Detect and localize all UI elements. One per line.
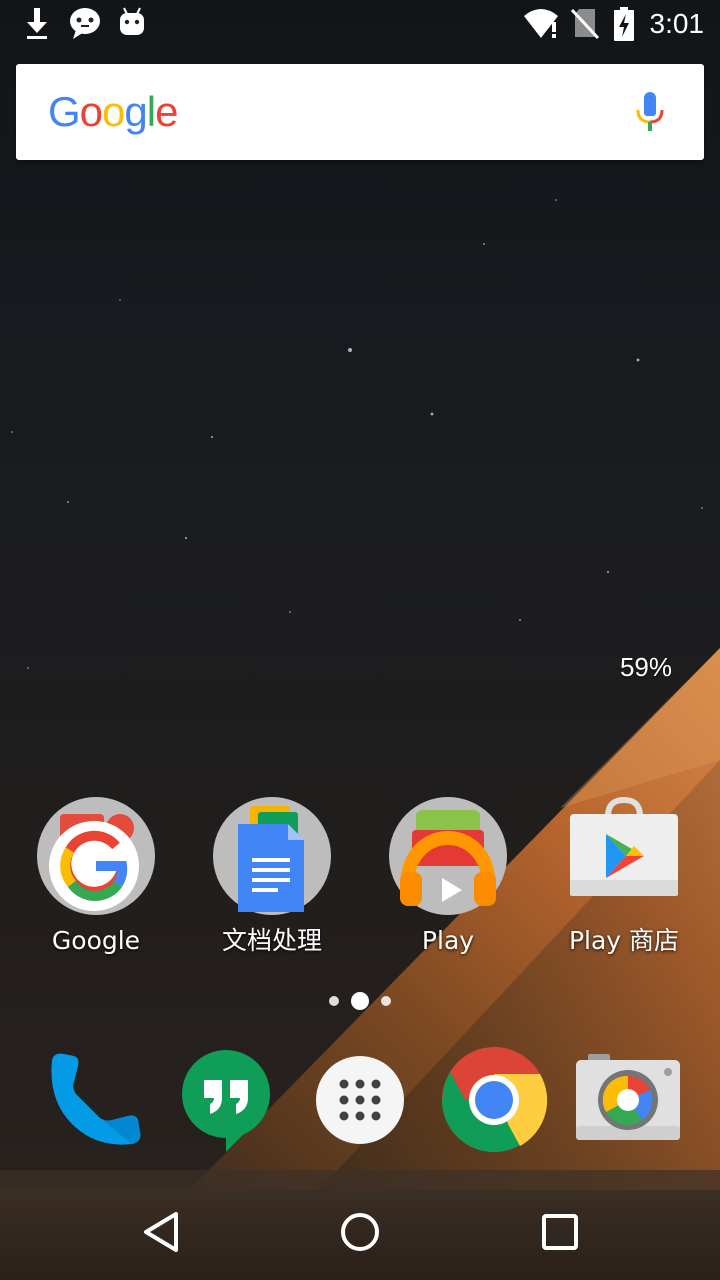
google-logo-letter: e <box>155 88 178 135</box>
app-drawer-icon[interactable] <box>302 1042 418 1158</box>
google-search-bar[interactable]: Google <box>16 64 704 160</box>
app-play-store[interactable]: Play 商店 <box>536 794 712 964</box>
recents-icon[interactable] <box>530 1208 590 1256</box>
page-indicator <box>0 992 720 1016</box>
google-logo-letter: g <box>124 88 147 135</box>
app-label: Google <box>51 926 141 955</box>
google-logo-letter: G <box>48 88 81 135</box>
navigation-bar <box>0 1184 720 1280</box>
google-logo: Google <box>48 86 178 138</box>
phone-icon[interactable] <box>36 1042 152 1158</box>
google-folder-icon <box>37 797 155 915</box>
page-dot <box>329 996 339 1006</box>
hangouts-icon[interactable] <box>168 1042 284 1158</box>
battery-charging-icon <box>614 7 634 41</box>
google-logo-letter: l <box>146 88 156 135</box>
camera-icon[interactable] <box>570 1042 686 1158</box>
app-label: Play 商店 <box>568 926 680 955</box>
app-label: 文档处理 <box>221 926 322 955</box>
back-icon[interactable] <box>130 1208 190 1256</box>
app-play-folder[interactable]: Play <box>360 794 536 964</box>
app-label: Play <box>421 926 475 955</box>
app-docs-folder[interactable]: 文档处理 <box>184 794 360 964</box>
chrome-icon[interactable] <box>436 1042 552 1158</box>
wifi-alert-icon <box>524 9 558 38</box>
messenger-icon <box>70 8 100 39</box>
battery-percent-widget: 59% <box>619 652 672 682</box>
status-clock: 3:01 <box>649 8 705 39</box>
docs-folder-icon <box>213 797 331 915</box>
page-dot <box>381 996 391 1006</box>
play-folder-icon <box>389 797 507 915</box>
app-google-folder[interactable]: Google <box>8 794 184 964</box>
google-logo-letter: o <box>102 88 125 135</box>
no-sim-icon <box>570 8 600 40</box>
play-store-icon <box>570 796 678 896</box>
page-dot <box>351 992 369 1010</box>
android-icon <box>120 7 144 35</box>
download-icon <box>27 8 47 39</box>
status-bar: 3:01 <box>0 0 720 48</box>
home-icon[interactable] <box>330 1208 390 1256</box>
home-screen: 3:01 Google 59% Google 文档处理 Play Play 商店 <box>0 0 720 1280</box>
google-logo-letter: o <box>79 88 103 135</box>
mic-icon[interactable] <box>626 88 674 136</box>
